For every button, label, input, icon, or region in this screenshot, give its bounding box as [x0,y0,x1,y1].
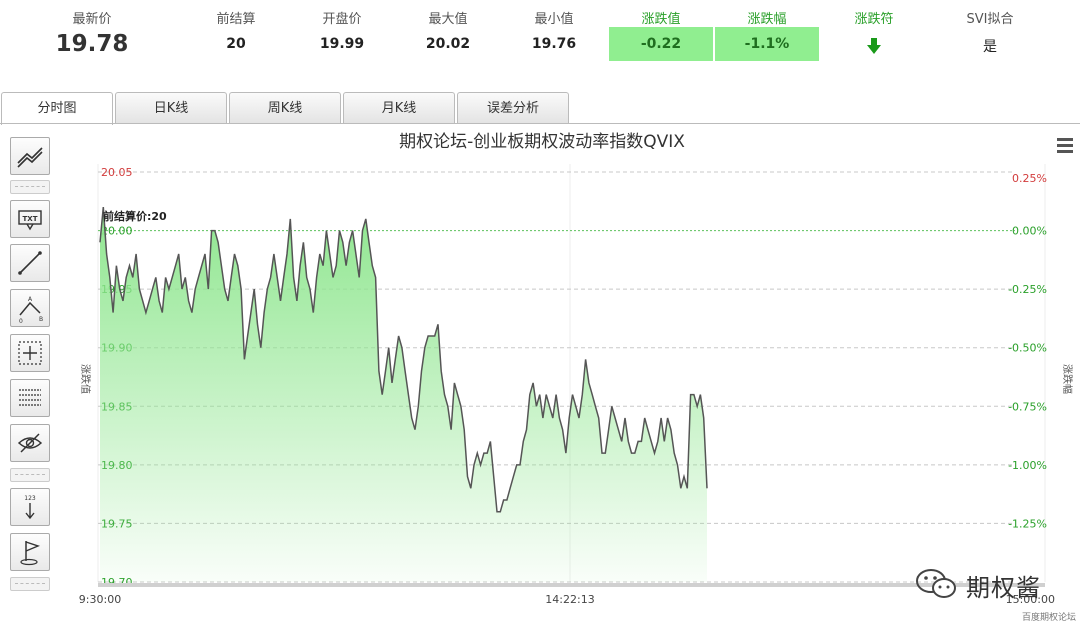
y-right-tick-label: -1.00% [1008,459,1047,472]
stat-label: 涨跌值 [641,12,681,27]
y-right-tick-label: 0.00% [1012,225,1047,238]
y-right-tick-label: -0.25% [1008,283,1047,296]
stat-label: 涨跌符 [854,12,894,27]
stat-label: 最大值 [428,12,468,27]
tab-monthly-k[interactable]: 月K线 [343,92,455,123]
tab-daily-k[interactable]: 日K线 [115,92,227,123]
stat-value: 19.76 [531,36,577,52]
watermark-subtext: 百度期权论坛 [1022,613,1077,623]
stat-label: SVI拟合 [966,12,1014,27]
y-right-tick-label: -0.75% [1008,400,1047,413]
left-axis-title: 涨跌值 [79,364,92,394]
change-pct-box: -1.1% [715,27,819,61]
wechat-logo-icon [916,569,956,598]
quote-stats-bar: 最新价 19.78 前结算 20 开盘价 19.99 最大值 20.02 最小值… [0,0,1080,70]
stat-value: 是 [983,39,997,55]
x-axis: 9:30:00 14:22:13 15:00:00 [79,583,1055,606]
x-axis-bar [98,583,1045,587]
tab-weekly-k[interactable]: 周K线 [229,92,341,123]
down-arrow-icon [867,38,881,54]
y-tick-label: 20.05 [101,166,133,179]
stat-value: 20 [226,36,246,52]
stat-value: 20.02 [425,36,471,52]
qvix-intraday-chart: 期权论坛-创业板期权波动率指数QVIX 20.0520.0019.9519.90… [79,132,1074,606]
stat-label: 开盘价 [322,12,362,27]
y-right-tick-label: 0.25% [1012,172,1047,185]
stat-value: 19.99 [319,36,365,52]
reference-label: 前结算价:20 [103,209,167,223]
y-right-tick-label: -1.25% [1008,517,1047,530]
stat-label: 前结算 [216,12,256,27]
chart-title: 期权论坛-创业板期权波动率指数QVIX [399,132,685,152]
stat-label: 最小值 [534,12,574,27]
right-y-axis: 0.25% 0.00% -0.25% -0.50% -0.75% -1.00% -1.25% [1008,172,1047,530]
stat-value: 19.78 [55,31,129,57]
stat-label: 最新价 [72,12,112,27]
watermark-text: 期权酱 [966,574,1041,602]
tab-intraday[interactable]: 分时图 [1,92,113,125]
x-tick-label: 14:22:13 [545,593,594,606]
change-value-box: -0.22 [609,27,713,61]
y-right-tick-label: -0.50% [1008,342,1047,355]
price-area [100,207,707,582]
x-tick-label: 9:30:00 [79,593,121,606]
chart-tabs: 分时图 日K线 周K线 月K线 误差分析 [0,92,1080,125]
stat-label: 涨跌幅 [747,12,787,27]
stat-value: -1.1% [744,36,790,52]
right-axis-title: 涨跌幅 [1061,364,1074,394]
stat-value: -0.22 [640,36,682,52]
tab-error-analysis[interactable]: 误差分析 [457,92,569,123]
